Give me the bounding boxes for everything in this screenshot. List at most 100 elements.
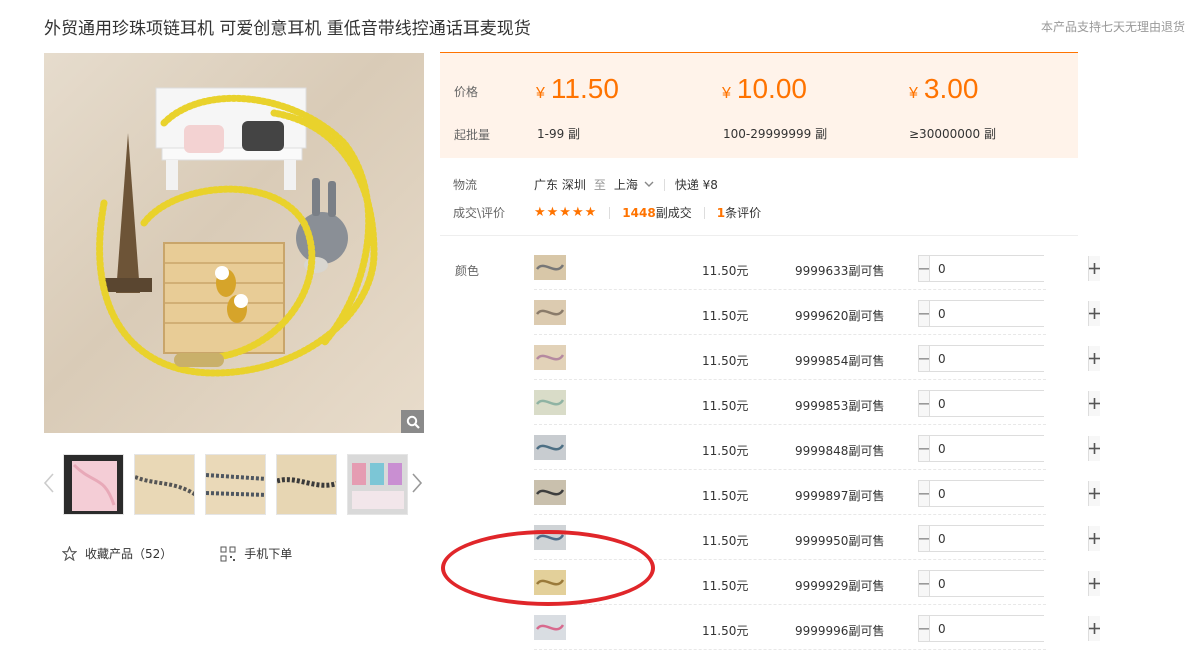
thumbnail[interactable] <box>205 454 266 515</box>
rating-stars: ★★★★★ <box>534 205 598 220</box>
mobile-order-button[interactable]: 手机下单 <box>220 545 292 562</box>
price-tier: ¥3.00 <box>909 73 978 105</box>
review-count-link[interactable]: 1条评价 <box>717 204 761 221</box>
currency-symbol: ¥ <box>909 85 918 102</box>
decrease-button[interactable] <box>919 256 930 281</box>
price-label: 价格 <box>454 85 479 99</box>
main-product-image[interactable] <box>44 53 424 433</box>
min-qty-label: 起批量 <box>454 128 491 142</box>
star-outline-icon <box>62 546 77 561</box>
sku-stock: 9999620副可售 <box>795 309 885 323</box>
plus-icon <box>1089 443 1100 454</box>
ship-to-value: 上海 <box>613 178 638 192</box>
plus-icon <box>1089 398 1100 409</box>
magnifier-icon <box>406 415 420 429</box>
decrease-button[interactable] <box>919 436 930 461</box>
increase-button[interactable] <box>1088 346 1100 371</box>
sku-thumbnail[interactable] <box>534 480 566 505</box>
currency-symbol: ¥ <box>722 85 731 102</box>
minus-icon <box>919 627 929 630</box>
red-circle-annotation <box>441 530 655 606</box>
quantity-input[interactable] <box>930 436 1088 461</box>
color-label: 颜色 <box>455 264 480 278</box>
product-photo <box>96 87 378 377</box>
decrease-button[interactable] <box>919 346 930 371</box>
favorite-button[interactable]: 收藏产品（52） <box>62 545 172 562</box>
sku-thumbnail[interactable] <box>534 435 566 460</box>
separator <box>703 206 705 219</box>
minus-icon <box>919 537 929 540</box>
quantity-input[interactable] <box>930 301 1088 326</box>
increase-button[interactable] <box>1088 481 1100 506</box>
quantity-input[interactable] <box>930 616 1088 641</box>
thumbnail[interactable] <box>347 454 408 515</box>
mobile-order-label: 手机下单 <box>244 547 293 561</box>
quantity-input[interactable] <box>930 481 1088 506</box>
sku-price: 11.50元 <box>702 624 749 638</box>
quantity-input[interactable] <box>930 571 1088 596</box>
increase-button[interactable] <box>1088 571 1100 596</box>
sku-thumbnail[interactable] <box>534 345 566 370</box>
plus-icon <box>1089 308 1100 319</box>
decrease-button[interactable] <box>919 616 930 641</box>
sku-thumbnail[interactable] <box>534 300 566 325</box>
qr-code-icon <box>220 546 236 561</box>
increase-button[interactable] <box>1088 391 1100 416</box>
decrease-button[interactable] <box>919 391 930 416</box>
thumbnail[interactable] <box>276 454 337 515</box>
separator <box>663 178 665 191</box>
quantity-stepper <box>918 570 1100 597</box>
plus-icon <box>1089 263 1100 274</box>
price-panel: 价格 起批量 ¥11.50 1-99 副 ¥10.00 100-29999999… <box>440 52 1078 158</box>
quantity-input[interactable] <box>930 346 1088 371</box>
quantity-input[interactable] <box>930 256 1088 281</box>
sku-row: 11.50元 9999848副可售 <box>534 425 1100 470</box>
sku-price: 11.50元 <box>702 444 749 458</box>
sku-thumbnail[interactable] <box>534 390 566 415</box>
quantity-input[interactable] <box>930 526 1088 551</box>
sku-stock: 9999897副可售 <box>795 489 885 503</box>
plus-icon <box>1089 533 1100 544</box>
ship-to-select[interactable]: 上海 <box>614 176 654 193</box>
decrease-button[interactable] <box>919 526 930 551</box>
sku-thumbnail[interactable] <box>534 615 566 640</box>
price-tier: ¥10.00 <box>722 73 807 105</box>
review-suffix: 条评价 <box>725 206 762 220</box>
quantity-stepper <box>918 255 1100 282</box>
increase-button[interactable] <box>1088 256 1100 281</box>
chevron-left-icon <box>43 473 54 493</box>
quantity-stepper <box>918 615 1100 642</box>
increase-button[interactable] <box>1088 616 1100 641</box>
sku-stock: 9999950副可售 <box>795 534 885 548</box>
minus-icon <box>919 402 929 405</box>
increase-button[interactable] <box>1088 526 1100 551</box>
decrease-button[interactable] <box>919 571 930 596</box>
favorite-label: 收藏产品（52） <box>85 547 173 561</box>
sku-stock: 9999854副可售 <box>795 354 885 368</box>
ship-from: 广东 深圳 <box>534 178 586 192</box>
minus-icon <box>919 357 929 360</box>
increase-button[interactable] <box>1088 436 1100 461</box>
deal-count-link[interactable]: 1448副成交 <box>622 204 691 221</box>
thumbnail[interactable] <box>63 454 124 515</box>
thumb-prev-button[interactable] <box>42 472 56 494</box>
tier-range: ≥30000000 副 <box>909 127 996 141</box>
logistics-info: 广东 深圳 至 上海 快递 ¥8 <box>534 176 718 193</box>
increase-button[interactable] <box>1088 301 1100 326</box>
thumb-next-button[interactable] <box>410 472 424 494</box>
quantity-stepper <box>918 390 1100 417</box>
quantity-stepper <box>918 300 1100 327</box>
price-tier: ¥11.50 <box>536 73 619 105</box>
thumbnail[interactable] <box>134 454 195 515</box>
quantity-input[interactable] <box>930 391 1088 416</box>
sku-thumbnail[interactable] <box>534 255 566 280</box>
sku-price: 11.50元 <box>702 489 749 503</box>
sku-row: 11.50元 9999854副可售 <box>534 335 1100 380</box>
zoom-button[interactable] <box>401 410 424 433</box>
decrease-button[interactable] <box>919 481 930 506</box>
plus-icon <box>1089 488 1100 499</box>
sku-row: 11.50元 9999897副可售 <box>534 470 1100 515</box>
sku-price: 11.50元 <box>702 264 749 278</box>
deal-label: 成交\评价 <box>453 206 506 220</box>
decrease-button[interactable] <box>919 301 930 326</box>
